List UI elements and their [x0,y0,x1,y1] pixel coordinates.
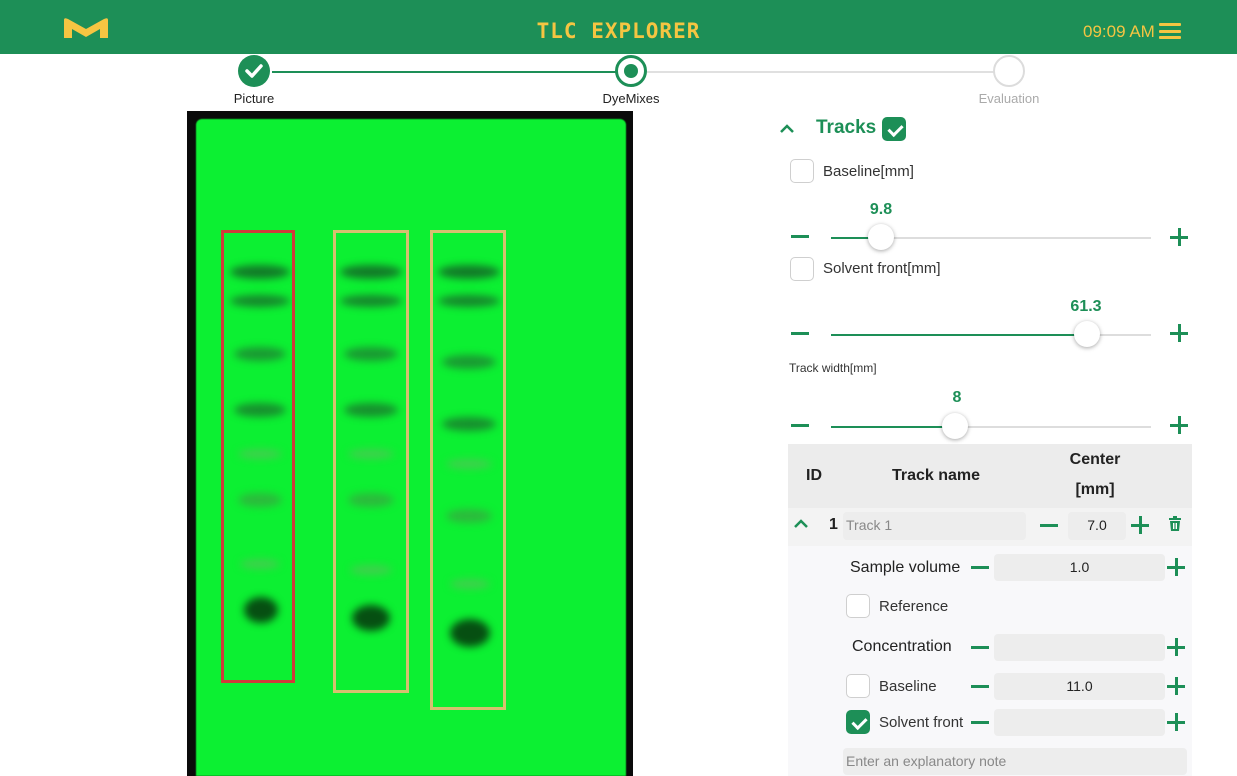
row-solvent-front-checkbox[interactable] [846,710,870,734]
track-width-plus-icon[interactable] [1170,416,1188,434]
row-baseline-plus-icon[interactable] [1167,677,1185,695]
row-collapse-chevron-icon[interactable] [793,519,809,529]
track-width-minus-icon[interactable] [791,424,809,427]
solvent-front-checkbox[interactable] [790,257,814,281]
delete-trash-icon[interactable] [1169,516,1181,531]
baseline-label: Baseline[mm] [823,163,914,180]
solvent-front-label: Solvent front[mm] [823,260,941,277]
step-evaluation-pending-icon[interactable] [993,55,1025,87]
row-baseline-minus-icon[interactable] [971,685,989,688]
center-minus-icon[interactable] [1040,524,1058,527]
row-solvent-front-minus-icon[interactable] [971,721,989,724]
sample-volume-minus-icon[interactable] [971,566,989,569]
row-id: 1 [829,516,838,533]
row-solvent-front-input[interactable] [994,709,1165,736]
step-picture-check-icon[interactable] [238,55,270,87]
top-app-bar: TLC EXPLORER 09:09 AM [0,0,1237,54]
track-width-value: 8 [952,389,962,406]
col-header-center: Center [1069,451,1121,468]
track-width-label: Track width[mm] [789,361,877,375]
concentration-minus-icon[interactable] [971,646,989,649]
step-connector-done [272,71,617,73]
row-baseline-input[interactable]: 11.0 [994,673,1165,700]
sample-volume-label: Sample volume [850,559,961,576]
concentration-label: Concentration [852,638,952,655]
solvent-front-value: 61.3 [1070,298,1102,315]
reference-checkbox[interactable] [846,594,870,618]
track-name-input[interactable]: Track 1 [843,512,1026,540]
explanatory-note-input[interactable]: Enter an explanatory note [843,748,1187,775]
row-baseline-label: Baseline [879,678,937,695]
center-input[interactable]: 7.0 [1068,512,1126,540]
col-header-center-unit: [mm] [1075,481,1115,498]
col-header-track-name: Track name [891,467,981,484]
track-box-3[interactable] [430,230,506,710]
track-box-1[interactable] [221,230,295,683]
sample-volume-input[interactable]: 1.0 [994,554,1165,581]
step-connector-pending [647,71,994,73]
baseline-minus-icon[interactable] [791,235,809,238]
solvent-front-plus-icon[interactable] [1170,324,1188,342]
col-header-id: ID [806,467,822,484]
baseline-plus-icon[interactable] [1170,228,1188,246]
hamburger-menu-icon[interactable] [1159,23,1181,39]
step-label-picture: Picture [233,91,275,106]
row-baseline-checkbox[interactable] [846,674,870,698]
solvent-front-slider-thumb[interactable] [1074,321,1100,347]
step-label-evaluation: Evaluation [978,91,1040,106]
baseline-slider-thumb[interactable] [868,224,894,250]
row-solvent-front-label: Solvent front [879,714,964,731]
center-plus-icon[interactable] [1131,516,1149,534]
baseline-checkbox[interactable] [790,159,814,183]
chevron-up-icon[interactable] [779,124,795,134]
tracks-section-title: Tracks [816,117,877,138]
concentration-plus-icon[interactable] [1167,638,1185,656]
step-dyemixes-active-icon[interactable] [615,55,647,87]
solvent-front-slider-fill [831,334,1087,336]
track-width-slider-thumb[interactable] [942,413,968,439]
row-solvent-front-plus-icon[interactable] [1167,713,1185,731]
track-width-slider-fill [831,426,955,428]
tracks-enabled-checkbox[interactable] [882,117,906,141]
concentration-input[interactable] [994,634,1165,661]
sample-volume-plus-icon[interactable] [1167,558,1185,576]
solvent-front-minus-icon[interactable] [791,332,809,335]
app-title: TLC EXPLORER [536,19,701,43]
reference-label: Reference [879,598,949,615]
baseline-value: 9.8 [869,201,893,218]
clock-time: 09:09 AM [1083,22,1155,41]
track-box-2[interactable] [333,230,409,693]
step-label-dyemixes: DyeMixes [602,91,660,106]
